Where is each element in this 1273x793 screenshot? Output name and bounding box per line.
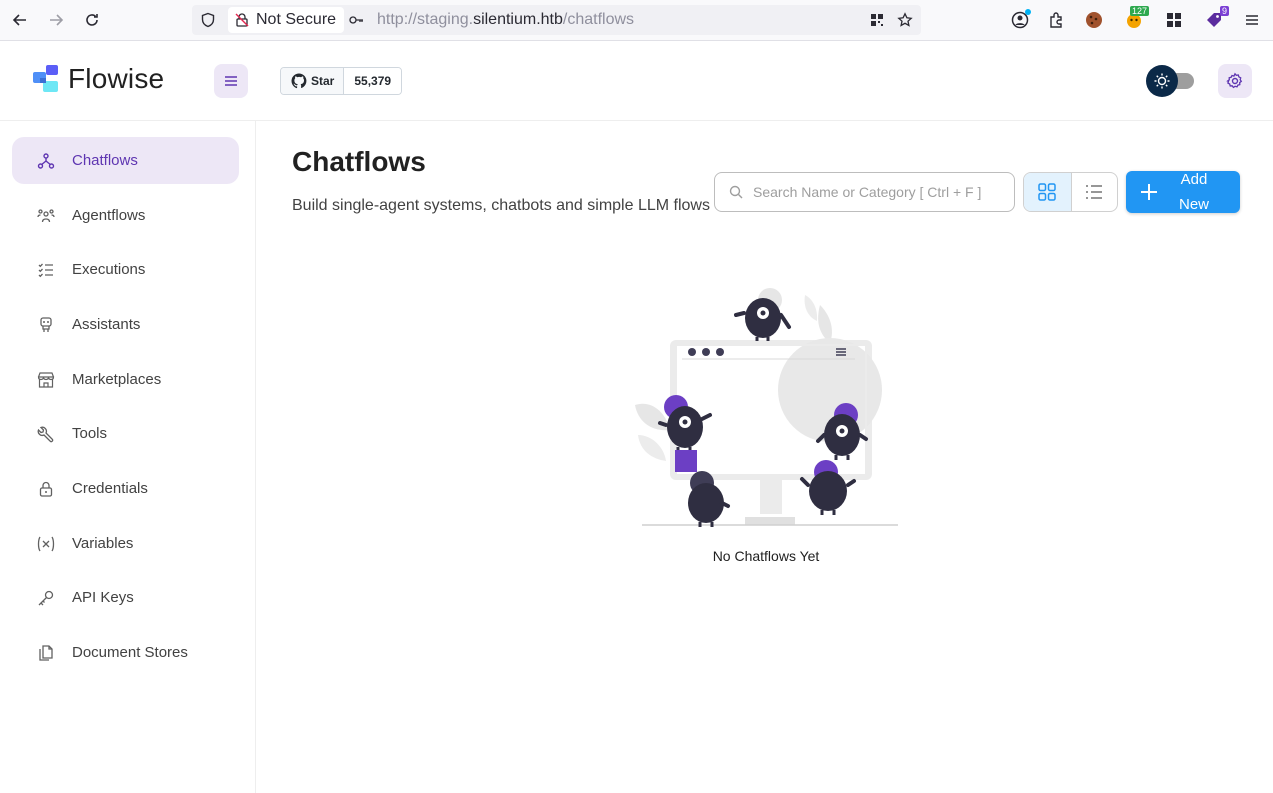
- reload-icon[interactable]: [80, 8, 104, 32]
- app-header: Flowise Star 55,379: [0, 41, 1273, 121]
- list-view-button[interactable]: [1070, 173, 1118, 211]
- sidebar-item-credentials[interactable]: Credentials: [12, 465, 239, 512]
- sidebar-item-label: Credentials: [72, 480, 148, 497]
- page-description: Build single-agent systems, chatbots and…: [292, 197, 710, 214]
- shield-icon[interactable]: [200, 12, 216, 28]
- url-text[interactable]: http://staging.silentium.htb/chatflows: [377, 5, 634, 35]
- account-icon[interactable]: [1009, 9, 1031, 31]
- star-label: Star: [311, 74, 335, 88]
- settings-button[interactable]: [1218, 64, 1252, 98]
- sun-icon: [1154, 73, 1170, 89]
- dark-mode-toggle[interactable]: [1146, 65, 1196, 97]
- add-new-label: Add New: [1178, 171, 1209, 213]
- github-icon: [291, 73, 307, 89]
- grid-view-icon: [1038, 183, 1056, 201]
- empty-state-illustration: [635, 288, 898, 527]
- tag-count-badge: 9: [1219, 6, 1229, 16]
- browser-toolbar: Not Secure http://staging.silentium.htb/…: [0, 0, 1273, 41]
- sidebar-item-label: Executions: [72, 261, 146, 278]
- bookmark-star-icon[interactable]: [897, 12, 913, 28]
- sidebar-item-label: Assistants: [72, 316, 141, 333]
- grid-apps-icon[interactable]: [1163, 9, 1185, 31]
- star-count: 55,379: [344, 68, 402, 94]
- forward-icon[interactable]: [44, 8, 68, 32]
- back-icon[interactable]: [8, 8, 32, 32]
- sidebar-item-variables[interactable]: Variables: [12, 520, 239, 567]
- logo[interactable]: Flowise: [32, 63, 164, 95]
- sidebar-item-api-keys[interactable]: API Keys: [12, 574, 239, 621]
- card-view-button[interactable]: [1024, 173, 1071, 211]
- app-menu-icon[interactable]: [1241, 9, 1263, 31]
- list-check-icon: [36, 260, 56, 280]
- sidebar-item-assistants[interactable]: Assistants: [12, 301, 239, 348]
- key-icon: [36, 588, 56, 608]
- search-icon: [729, 185, 743, 199]
- add-new-button[interactable]: Add New: [1126, 171, 1240, 213]
- sidebar-item-label: Tools: [72, 425, 108, 442]
- sidebar-item-label: Agentflows: [72, 207, 146, 224]
- sidebar: Chatflows Agentflows Executions Assistan…: [0, 121, 256, 793]
- sidebar-toggle-button[interactable]: [214, 64, 248, 98]
- gear-icon: [1226, 72, 1243, 89]
- users-group-icon: [36, 206, 56, 226]
- hierarchy-icon: [36, 151, 56, 171]
- cookie-icon[interactable]: [1083, 9, 1105, 31]
- extension-count-badge: 127: [1129, 6, 1149, 16]
- files-icon: [36, 643, 56, 663]
- github-star-button[interactable]: Star 55,379: [280, 67, 403, 95]
- sidebar-item-label: Marketplaces: [72, 371, 162, 388]
- qr-code-icon[interactable]: [869, 12, 885, 28]
- sidebar-item-agentflows[interactable]: Agentflows: [12, 192, 239, 239]
- view-toggle-group: [1023, 172, 1118, 212]
- key-icon[interactable]: [348, 12, 364, 28]
- sidebar-item-executions[interactable]: Executions: [12, 246, 239, 293]
- extension-badge-icon[interactable]: 127: [1123, 6, 1149, 31]
- plus-icon: [1141, 184, 1157, 200]
- logo-text: Flowise: [68, 63, 165, 94]
- not-secure-badge[interactable]: Not Secure: [228, 7, 345, 33]
- address-bar[interactable]: Not Secure http://staging.silentium.htb/…: [192, 5, 921, 35]
- variable-icon: [36, 534, 56, 554]
- security-label: Not Secure: [256, 11, 337, 28]
- menu-icon: [225, 76, 237, 86]
- search-input[interactable]: [753, 184, 1003, 200]
- lock-icon: [36, 479, 56, 499]
- sidebar-item-tools[interactable]: Tools: [12, 410, 239, 457]
- search-box[interactable]: [714, 172, 1015, 212]
- tag-extension-icon[interactable]: 9: [1203, 6, 1229, 31]
- sidebar-item-label: Chatflows: [72, 152, 138, 169]
- extensions-icon[interactable]: [1045, 9, 1067, 31]
- sidebar-item-label: Document Stores: [72, 644, 188, 661]
- insecure-lock-icon: [235, 13, 249, 27]
- flowise-logo-icon: [33, 65, 58, 92]
- list-view-icon: [1086, 185, 1103, 199]
- sidebar-item-chatflows[interactable]: Chatflows: [12, 137, 239, 184]
- robot-icon: [36, 315, 56, 335]
- page-title: Chatflows: [292, 146, 426, 177]
- building-store-icon: [36, 370, 56, 390]
- tool-icon: [36, 424, 56, 444]
- sidebar-item-label: Variables: [72, 535, 134, 552]
- sidebar-item-document-stores[interactable]: Document Stores: [12, 629, 239, 676]
- sidebar-item-marketplaces[interactable]: Marketplaces: [12, 356, 239, 403]
- sidebar-item-label: API Keys: [72, 589, 134, 606]
- empty-state-message: No Chatflows Yet: [712, 548, 820, 564]
